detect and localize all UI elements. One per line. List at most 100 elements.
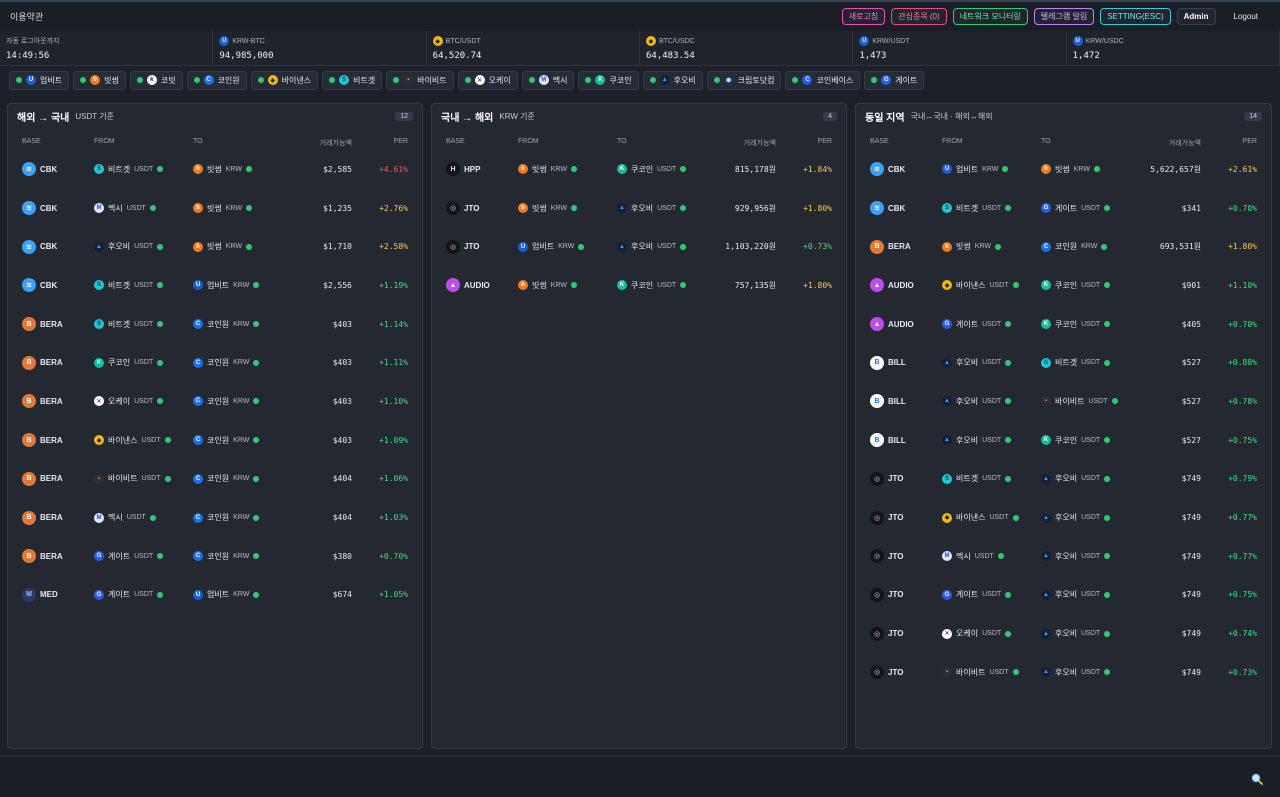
watchlist-button[interactable]: 관심종목 (0) bbox=[891, 8, 947, 25]
to-coinone-icon: C bbox=[193, 512, 203, 523]
table-row[interactable]: ◎ JTO M 멕시 USDT ▲ 후오비 USDT $749 +0.77% bbox=[856, 537, 1271, 576]
status-dot bbox=[871, 77, 878, 83]
table-row[interactable]: ◎ JTO b 빗썸 KRW ▲ 후오비 USDT 929,956원 +1.80% bbox=[432, 189, 846, 228]
exchange-filter-huobi[interactable]: ▲ 후오비 bbox=[642, 70, 703, 90]
table-row[interactable]: B BILL ▲ 후오비 USDT S 비트겟 USDT $527 +0.88% bbox=[856, 343, 1271, 382]
row-base: B BILL bbox=[870, 421, 906, 460]
exchange-filter-bitget[interactable]: S 비트겟 bbox=[322, 70, 383, 90]
ticker-upbit-icon: U bbox=[1072, 36, 1083, 46]
ticker-value: 94,985,000 bbox=[219, 51, 274, 61]
table-row[interactable]: B BERA S 비트겟 USDT C 코인원 KRW $403 +1.14% bbox=[8, 305, 422, 344]
to-exchange: 후오비 bbox=[631, 242, 654, 252]
table-row[interactable]: H HPP b 빗썸 KRW K 쿠코인 USDT 815,178원 +1.84% bbox=[432, 150, 846, 189]
table-row[interactable]: B BILL ▲ 후오비 USDT K 쿠코인 USDT $527 +0.75% bbox=[856, 421, 1271, 460]
table-row[interactable]: B BERA ▪ 바이비트 USDT C 코인원 KRW $404 +1.06% bbox=[8, 460, 422, 499]
table-row[interactable]: B BERA G 게이트 USDT C 코인원 KRW $380 +0.70% bbox=[8, 537, 422, 576]
refresh-button[interactable]: 새로고침 bbox=[841, 8, 886, 25]
status-dot bbox=[1005, 475, 1012, 482]
ticker-label: U KRW/USDC bbox=[1072, 36, 1273, 46]
search-icon[interactable] bbox=[1251, 773, 1263, 785]
row-per: +4.61% bbox=[379, 164, 408, 174]
table-row[interactable]: ≋ CBK U 업비트 KRW b 빗썸 KRW 5,622,657원 +2.61% bbox=[856, 150, 1271, 189]
exchange-filter-upbit[interactable]: U 업비트 bbox=[9, 70, 70, 90]
status-dot bbox=[1002, 166, 1009, 173]
base-symbol: BERA bbox=[40, 396, 63, 406]
row-per: +1.84% bbox=[803, 164, 832, 174]
exchange-filter-label: 멕시 bbox=[552, 75, 568, 85]
exchange-filter-kucoin[interactable]: K 쿠코인 bbox=[578, 70, 639, 90]
status-dot bbox=[997, 553, 1004, 560]
from-currency: KRW bbox=[550, 204, 567, 212]
table-row[interactable]: B BERA b 빗썸 KRW C 코인원 KRW 693,531원 +1.80% bbox=[856, 227, 1271, 266]
exchange-filter-gate[interactable]: G 게이트 bbox=[864, 70, 925, 90]
from-exchange: 빗썸 bbox=[532, 203, 547, 213]
table-row[interactable]: ◎ JTO G 게이트 USDT ▲ 후오비 USDT $749 +0.75% bbox=[856, 576, 1271, 615]
row-from: G 게이트 USDT bbox=[94, 576, 164, 615]
from-exchange: 비트겟 bbox=[956, 203, 979, 213]
table-row[interactable]: B BILL ▲ 후오비 USDT ▪ 바이비트 USDT $527 +0.78% bbox=[856, 382, 1271, 421]
panel-subtitle: 국내↔국내 · 해외↔해외 bbox=[910, 111, 993, 121]
table-row[interactable]: ≋ CBK S 비트겟 USDT G 게이트 USDT $341 +0.70% bbox=[856, 189, 1271, 228]
table-row[interactable]: ◎ JTO ▪ 바이비트 USDT ▲ 후오비 USDT $749 +0.73% bbox=[856, 653, 1271, 692]
from-huobi-icon: ▲ bbox=[942, 435, 952, 446]
exchange-filter-korbit[interactable]: k 코빗 bbox=[129, 70, 183, 90]
table-row[interactable]: ≋ CBK S 비트겟 USDT U 업비트 KRW $2,556 +1.19% bbox=[8, 266, 422, 305]
table-row[interactable]: B BERA K 쿠코인 USDT C 코인원 KRW $403 +1.11% bbox=[8, 343, 422, 382]
table-row[interactable]: ≋ CBK ▲ 후오비 USDT b 빗썸 KRW $1,710 +2.58% bbox=[8, 227, 422, 266]
to-coinone-icon: C bbox=[193, 435, 203, 446]
table-row[interactable]: ▲ AUDIO G 게이트 USDT K 쿠코인 USDT $405 +0.70% bbox=[856, 305, 1271, 344]
admin-button[interactable]: Admin bbox=[1176, 8, 1216, 25]
from-exchange: 빗썸 bbox=[532, 164, 547, 174]
status-dot bbox=[257, 77, 264, 83]
table-row[interactable]: B BERA M 멕시 USDT C 코인원 KRW $404 +1.03% bbox=[8, 498, 422, 537]
ticker-binance-icon: ◆ bbox=[432, 36, 443, 46]
panel-header: 해외 → 국내 USDT 기준 12 bbox=[8, 104, 422, 128]
row-base: ≋ CBK bbox=[22, 189, 57, 228]
exchange-filter-okx[interactable]: ✕ 오케이 bbox=[457, 70, 518, 90]
column-header-per: PER bbox=[817, 138, 832, 145]
from-currency: USDT bbox=[134, 320, 154, 328]
row-from: b 빗썸 KRW bbox=[518, 266, 577, 305]
exchange-filter-bybit[interactable]: ▪ 바이비트 bbox=[386, 70, 454, 90]
exchange-filter-label: 빗썸 bbox=[104, 75, 119, 85]
exchange-filter-coinbase[interactable]: C 코인베이스 bbox=[785, 70, 861, 90]
table-row[interactable]: ≋ CBK S 비트겟 USDT b 빗썸 KRW $2,585 +4.61% bbox=[8, 150, 422, 189]
table-row[interactable]: B BERA ◆ 바이낸스 USDT C 코인원 KRW $403 +1.09% bbox=[8, 421, 422, 460]
row-base: ◎ JTO bbox=[870, 498, 903, 537]
column-header-to: TO bbox=[193, 138, 203, 145]
to-currency: USDT bbox=[1081, 320, 1101, 328]
table-row[interactable]: ▲ AUDIO b 빗썸 KRW K 쿠코인 USDT 757,135원 +1.80% bbox=[432, 266, 846, 305]
table-row[interactable]: ◎ JTO S 비트겟 USDT ▲ 후오비 USDT $749 +0.79% bbox=[856, 460, 1271, 499]
table-row[interactable]: ◎ JTO U 업비트 KRW ▲ 후오비 USDT 1,103,220원 +0.73% bbox=[432, 227, 846, 266]
terms-link[interactable]: 이용약관 bbox=[10, 10, 43, 23]
to-coinone-icon: C bbox=[193, 551, 203, 562]
from-currency: USDT bbox=[982, 591, 1002, 599]
row-per: +0.70% bbox=[1228, 319, 1257, 329]
coinbase-icon: C bbox=[802, 75, 813, 85]
row-base: ≋ CBK bbox=[870, 189, 905, 228]
telegram-alert-button[interactable]: 텔레그램 알림 bbox=[1033, 8, 1095, 25]
exchange-filter-bithumb[interactable]: b 빗썸 bbox=[73, 70, 126, 90]
status-dot bbox=[570, 166, 577, 173]
table-row[interactable]: ◎ JTO ✕ 오케이 USDT ▲ 후오비 USDT $749 +0.74% bbox=[856, 614, 1271, 653]
exchange-filter-binance[interactable]: ◆ 바이낸스 bbox=[250, 70, 319, 90]
exchange-filter-mexc[interactable]: M 멕시 bbox=[521, 70, 575, 90]
settings-button[interactable]: SETTING(ESC) bbox=[1100, 8, 1171, 25]
exchange-filter-coinone[interactable]: C 코인원 bbox=[186, 70, 247, 90]
panel-overseas-to-domestic: 해외 → 국내 USDT 기준 12 BASE FROM TO 거래가능액 PER ≋ CBK S 비… bbox=[7, 103, 423, 749]
table-row[interactable]: M MED G 게이트 USDT U 업비트 KRW $674 +1.05% bbox=[8, 576, 422, 615]
from-kucoin-icon: K bbox=[94, 357, 104, 368]
table-row[interactable]: ≋ CBK M 멕시 USDT b 빗썸 KRW $1,235 +2.76% bbox=[8, 189, 422, 228]
table-row[interactable]: ◎ JTO ◆ 바이낸스 USDT ▲ 후오비 USDT $749 +0.77% bbox=[856, 498, 1271, 537]
table-row[interactable]: ▲ AUDIO ◆ 바이낸스 USDT K 쿠코인 USDT $901 +1.10% bbox=[856, 266, 1271, 305]
network-monitor-button[interactable]: 네트워크 모니터링 bbox=[952, 8, 1028, 25]
exchange-filter-cryptocom[interactable]: ⬢ 크립토닷컴 bbox=[706, 70, 782, 90]
from-currency: USDT bbox=[134, 591, 154, 599]
from-exchange: 멕시 bbox=[956, 551, 971, 561]
status-dot bbox=[1005, 205, 1012, 212]
panel-count-badge: 12 bbox=[395, 111, 413, 121]
row-from: S 비트겟 USDT bbox=[942, 460, 1012, 499]
logout-button[interactable]: Logout bbox=[1222, 8, 1270, 25]
status-dot bbox=[1012, 669, 1019, 676]
table-row[interactable]: B BERA ✕ 오케이 USDT C 코인원 KRW $403 +1.10% bbox=[8, 382, 422, 421]
